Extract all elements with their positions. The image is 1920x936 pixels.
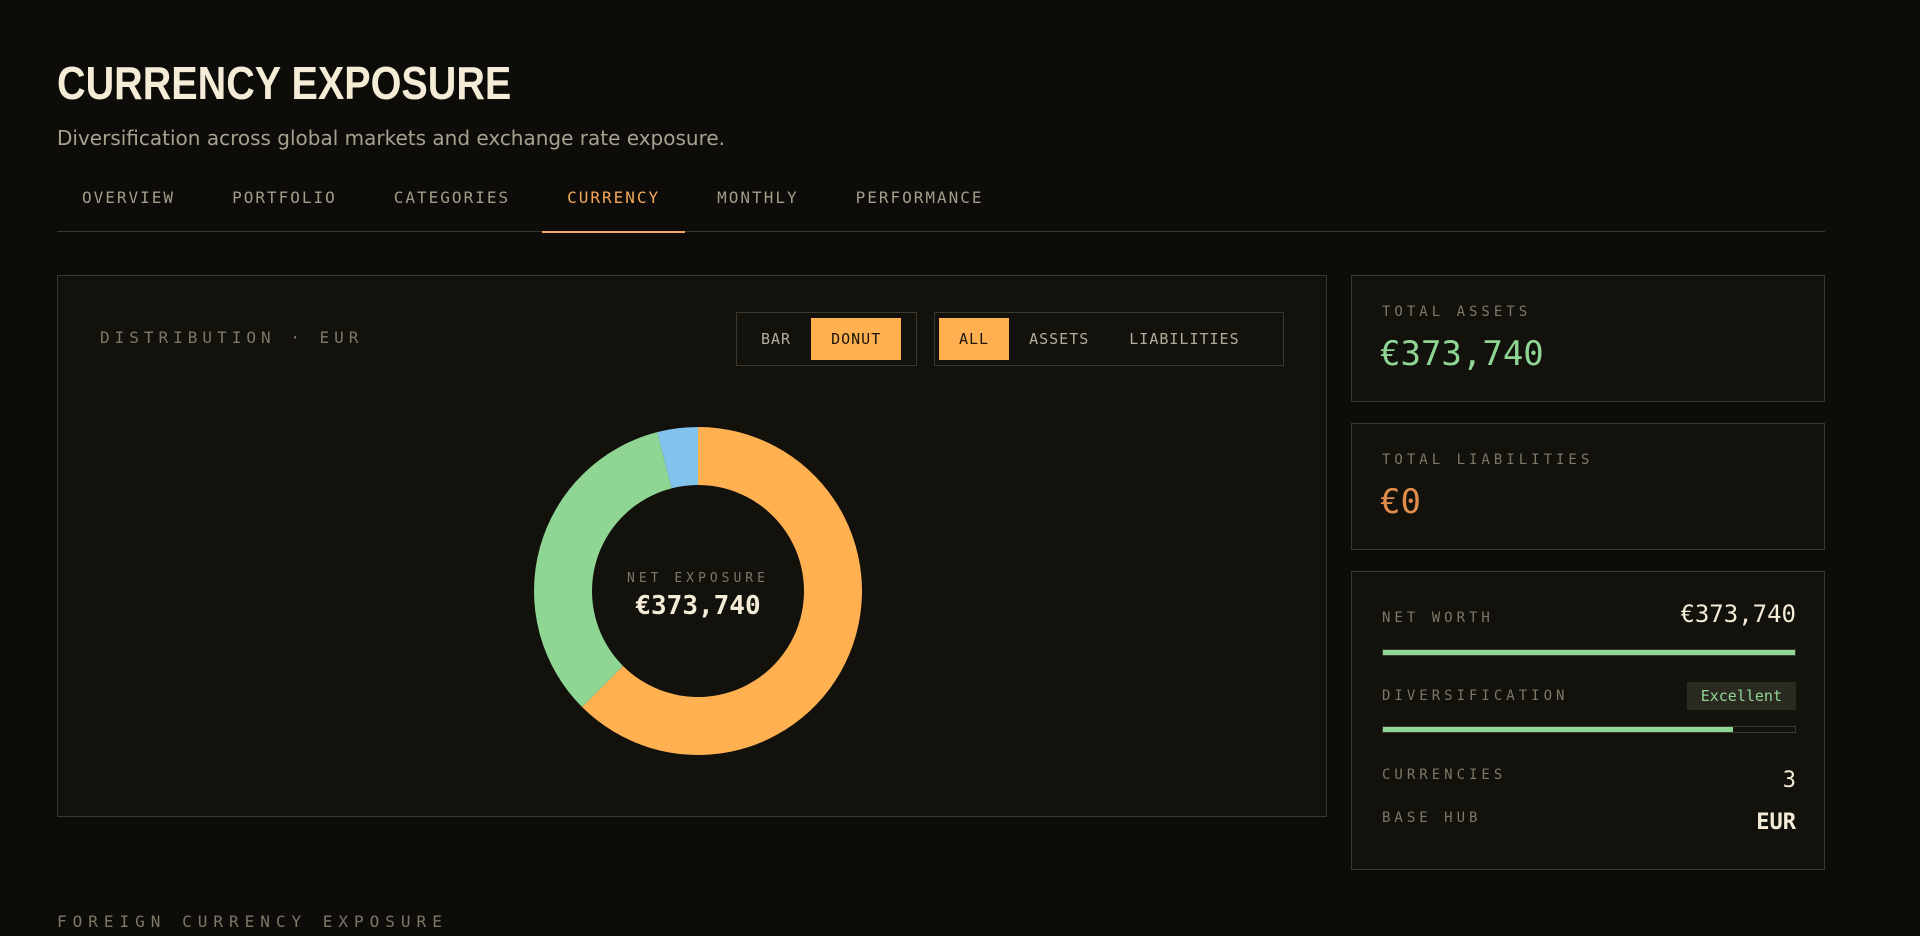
- distribution-label: DISTRIBUTION · EUR: [100, 328, 364, 347]
- page-title: CURRENCY EXPOSURE: [57, 57, 512, 109]
- net-worth-value: €373,740: [1680, 600, 1796, 628]
- tab-overview[interactable]: OVERVIEW: [57, 176, 200, 232]
- tab-performance[interactable]: PERFORMANCE: [831, 176, 1009, 232]
- donut-chart-button[interactable]: DONUT: [811, 318, 902, 360]
- filter-toggle: ALL ASSETS LIABILITIES: [934, 312, 1284, 366]
- donut-center-label: NET EXPOSURE: [627, 571, 769, 586]
- page-subtitle: Diversification across global markets an…: [57, 126, 726, 150]
- currencies-label: CURRENCIES: [1382, 767, 1507, 783]
- donut-center-value: €373,740: [635, 591, 761, 621]
- filter-all-button[interactable]: ALL: [939, 318, 1010, 360]
- bar-chart-button[interactable]: BAR: [741, 318, 811, 360]
- distribution-panel: DISTRIBUTION · EUR BAR DONUT ALL ASSETS …: [57, 275, 1327, 817]
- total-liabilities-card: TOTAL LIABILITIES €0: [1351, 423, 1825, 550]
- tab-portfolio[interactable]: PORTFOLIO: [207, 176, 362, 232]
- total-liabilities-label: TOTAL LIABILITIES: [1382, 452, 1594, 468]
- net-worth-card: NET WORTH €373,740 DIVERSIFICATION Excel…: [1351, 571, 1825, 870]
- donut-slice-1[interactable]: [534, 432, 672, 707]
- diversification-badge: Excellent: [1686, 682, 1796, 710]
- diversification-bar-fill: [1383, 727, 1734, 732]
- net-worth-bar-fill: [1383, 650, 1795, 655]
- base-hub-value: EUR: [1756, 810, 1796, 835]
- filter-assets-button[interactable]: ASSETS: [1009, 318, 1109, 360]
- net-worth-label: NET WORTH: [1382, 610, 1494, 626]
- tab-currency[interactable]: CURRENCY: [542, 176, 686, 233]
- net-worth-bar: [1382, 649, 1796, 656]
- diversification-label: DIVERSIFICATION: [1382, 688, 1569, 704]
- chart-type-toggle: BAR DONUT: [736, 312, 917, 366]
- total-assets-card: TOTAL ASSETS €373,740: [1351, 275, 1825, 402]
- tab-bar: OVERVIEW PORTFOLIO CATEGORIES CURRENCY M…: [57, 176, 1825, 233]
- total-assets-value: €373,740: [1380, 334, 1544, 374]
- donut-chart: NET EXPOSURE €373,740: [528, 421, 868, 761]
- total-assets-label: TOTAL ASSETS: [1382, 304, 1532, 320]
- filter-liabilities-button[interactable]: LIABILITIES: [1109, 318, 1259, 360]
- tab-monthly[interactable]: MONTHLY: [692, 176, 823, 232]
- total-liabilities-value: €0: [1380, 482, 1421, 522]
- diversification-bar: [1382, 726, 1796, 733]
- tab-categories[interactable]: CATEGORIES: [369, 176, 535, 232]
- currencies-value: 3: [1782, 768, 1796, 793]
- base-hub-label: BASE HUB: [1382, 810, 1482, 826]
- foreign-exposure-heading: FOREIGN CURRENCY EXPOSURE: [57, 912, 448, 931]
